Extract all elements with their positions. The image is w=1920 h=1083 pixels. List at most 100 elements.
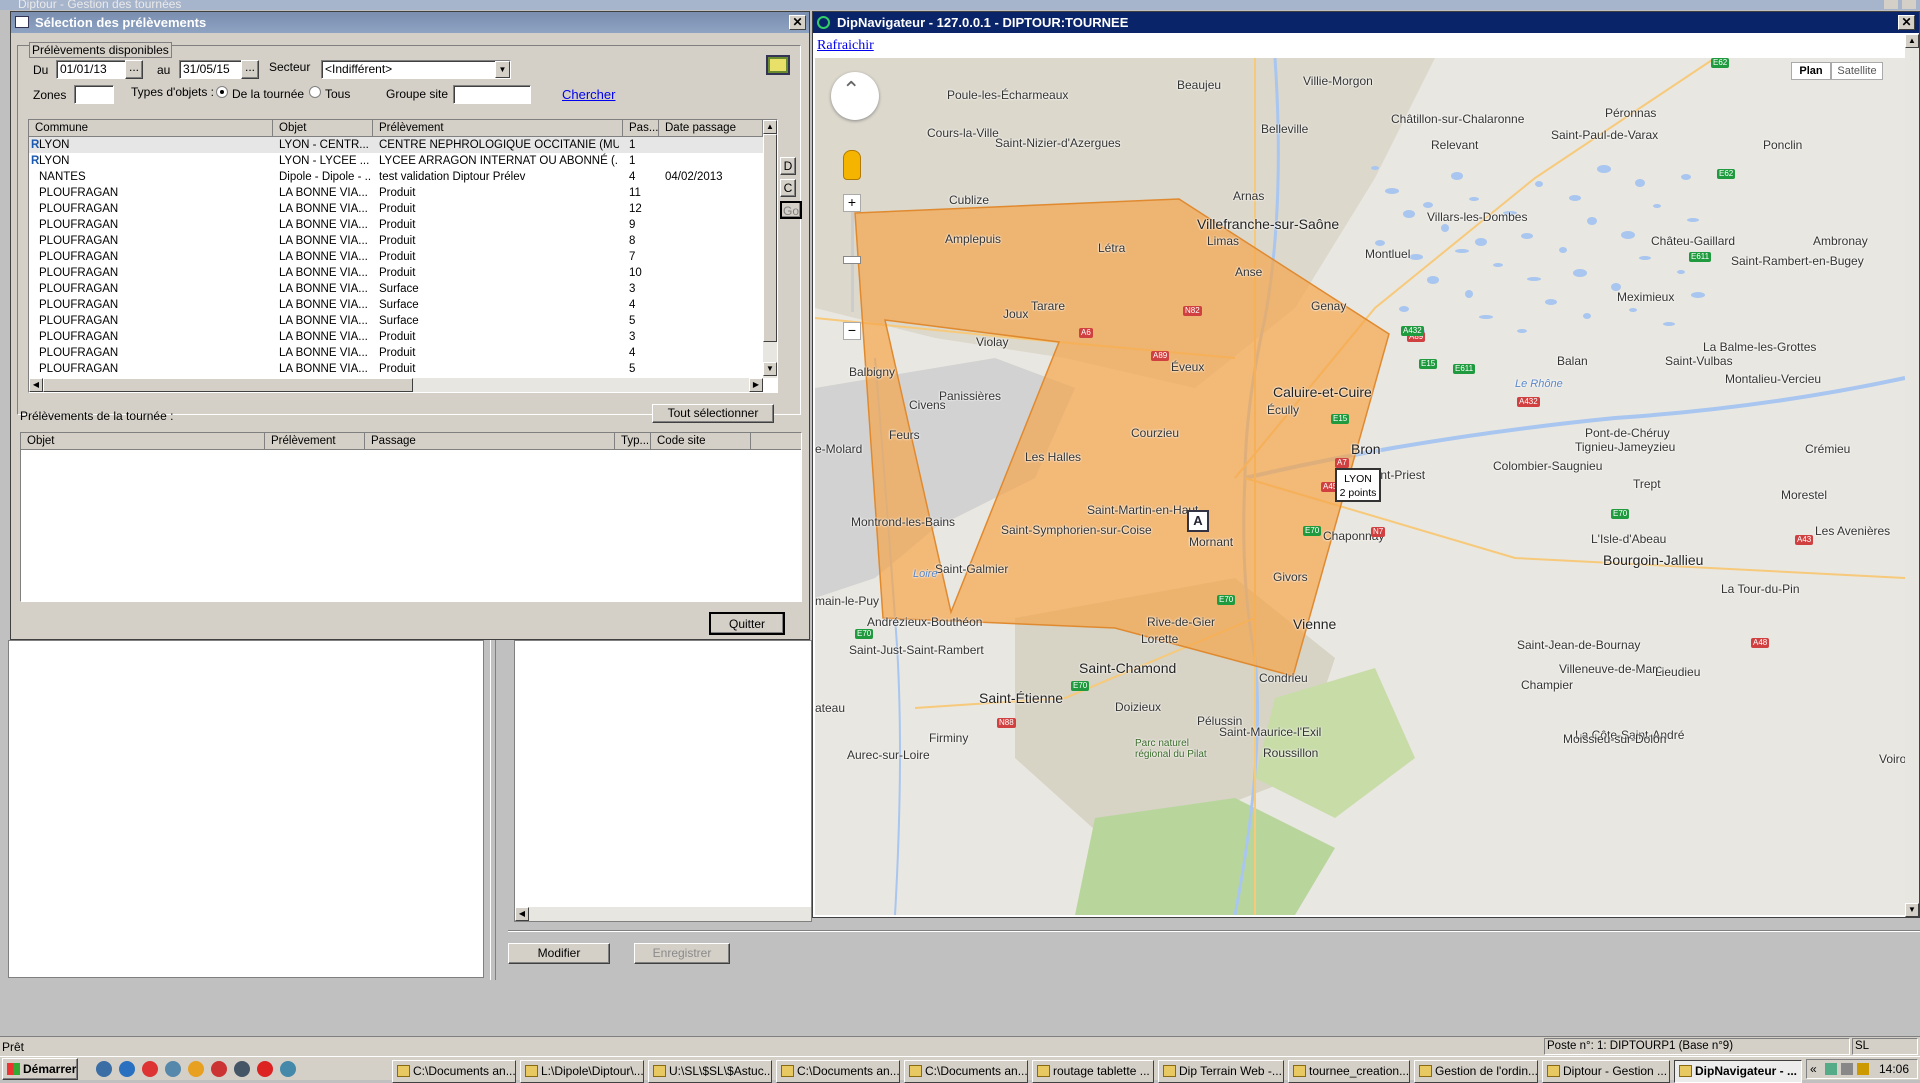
- map-place-label: Poule-les-Écharmeaux: [947, 88, 1069, 102]
- list-vscroll[interactable]: ▲ ▼: [763, 120, 777, 378]
- table-row[interactable]: PLOUFRAGAN LA BONNE VIA... Produit 11: [29, 185, 763, 201]
- hscroll-thumb[interactable]: [43, 378, 413, 392]
- c-button[interactable]: C: [780, 179, 796, 197]
- map-close-icon[interactable]: ✕: [1898, 15, 1915, 30]
- map-scroll-up-icon[interactable]: ▲: [1905, 34, 1919, 48]
- map-type-satellite-button[interactable]: Satellite: [1831, 62, 1883, 80]
- media-icon[interactable]: [280, 1061, 296, 1077]
- map-window-titlebar[interactable]: DipNavigateur - 127.0.0.1 - DIPTOUR:TOUR…: [813, 12, 1919, 33]
- chrome-icon[interactable]: [188, 1061, 204, 1077]
- window-close-icon[interactable]: [1902, 0, 1916, 9]
- opera-icon[interactable]: [257, 1061, 273, 1077]
- col2-code-site[interactable]: Code site: [651, 433, 751, 450]
- au-picker-button[interactable]: ...: [241, 60, 259, 79]
- tray-expand-icon[interactable]: «: [1810, 1062, 1817, 1076]
- window-restore-icon[interactable]: [1884, 0, 1898, 9]
- lake: [1545, 299, 1557, 305]
- scroll-down-icon[interactable]: ▼: [763, 362, 777, 376]
- map-app-icon: [817, 16, 830, 29]
- ie-icon[interactable]: [119, 1061, 135, 1077]
- lake: [1451, 172, 1463, 180]
- pegman-icon[interactable]: [843, 150, 861, 180]
- map-toggle-icon[interactable]: [766, 55, 790, 75]
- table-row[interactable]: PLOUFRAGAN LA BONNE VIA... Produit 9: [29, 217, 763, 233]
- zoom-out-button[interactable]: −: [843, 322, 861, 340]
- table-row[interactable]: PLOUFRAGAN LA BONNE VIA... Produit 4: [29, 345, 763, 361]
- enregistrer-button[interactable]: Enregistrer: [634, 943, 730, 964]
- map-place-label: Panissières: [939, 389, 1002, 403]
- start-button[interactable]: Démarrer: [2, 1058, 78, 1080]
- secteur-select[interactable]: <Indifférent> ▼: [321, 60, 511, 79]
- d-button[interactable]: D: [780, 157, 796, 175]
- map-marker-a[interactable]: A: [1187, 510, 1209, 532]
- close-icon[interactable]: ✕: [789, 15, 806, 30]
- col2-passage[interactable]: Passage: [365, 433, 615, 450]
- workspace-hscroll[interactable]: ◀: [515, 907, 811, 921]
- table-row[interactable]: PLOUFRAGAN LA BONNE VIA... Produit 8: [29, 233, 763, 249]
- zoom-slider-thumb[interactable]: [843, 256, 861, 264]
- chercher-link[interactable]: Chercher: [562, 87, 615, 102]
- table-row[interactable]: PLOUFRAGAN LA BONNE VIA... Produit 12: [29, 201, 763, 217]
- col-objet[interactable]: Objet: [273, 120, 373, 137]
- table-row[interactable]: PLOUFRAGAN LA BONNE VIA... Surface 3: [29, 281, 763, 297]
- road-shield: A432: [1517, 397, 1540, 407]
- table-row[interactable]: PLOUFRAGAN LA BONNE VIA... Produit 3: [29, 329, 763, 345]
- table-row[interactable]: PLOUFRAGAN LA BONNE VIA... Produit 5: [29, 361, 763, 377]
- col2-prelevement[interactable]: Prélèvement: [265, 433, 365, 450]
- cell-objet: LYON - CENTR...: [279, 139, 369, 151]
- workspace-splitter[interactable]: [490, 640, 496, 980]
- tray-network-icon[interactable]: [1825, 1063, 1837, 1075]
- chevron-down-icon[interactable]: ▼: [495, 61, 510, 78]
- cell-prelev: Surface: [379, 283, 419, 295]
- desktop-icon[interactable]: [96, 1061, 112, 1077]
- groupe-site-field[interactable]: [453, 85, 531, 104]
- au-date-field[interactable]: 31/05/15: [179, 60, 243, 79]
- go-button[interactable]: Go: [780, 201, 802, 219]
- firefox-icon[interactable]: [211, 1061, 227, 1077]
- table-row[interactable]: R LYON LYON - CENTR... CENTRE NEPHROLOGIQUE…: [29, 137, 763, 153]
- du-date-field[interactable]: 01/01/13: [56, 60, 126, 79]
- notepad-icon[interactable]: [165, 1061, 181, 1077]
- tray-volume-icon[interactable]: [1841, 1063, 1853, 1075]
- lyon-tooltip[interactable]: LYON 2 points: [1335, 468, 1381, 502]
- app-icon[interactable]: [142, 1061, 158, 1077]
- map-window-vscroll[interactable]: ▲ ▼: [1905, 34, 1919, 917]
- table-row[interactable]: PLOUFRAGAN LA BONNE VIA... Produit 10: [29, 265, 763, 281]
- modifier-button[interactable]: Modifier: [508, 943, 610, 964]
- table-row[interactable]: NANTES Dipole - Dipole - ... test validati…: [29, 169, 763, 185]
- scroll-right-icon[interactable]: ▶: [749, 378, 763, 392]
- workspace-right-panel: ◀: [514, 640, 812, 922]
- map-place-label: Ponclin: [1763, 138, 1803, 152]
- scroll-left-icon[interactable]: ◀: [29, 378, 43, 392]
- tray-security-icon[interactable]: [1857, 1063, 1869, 1075]
- col-prelevement[interactable]: Prélèvement: [373, 120, 623, 137]
- map-place-label: Villie-Morgon: [1303, 74, 1373, 88]
- table-row[interactable]: PLOUFRAGAN LA BONNE VIA... Surface 5: [29, 313, 763, 329]
- scroll-up-icon[interactable]: ▲: [763, 120, 777, 134]
- map-scroll-down-icon[interactable]: ▼: [1905, 903, 1919, 917]
- tout-selectionner-button[interactable]: Tout sélectionner: [652, 404, 774, 423]
- scroll-thumb[interactable]: [763, 134, 777, 342]
- list-hscroll[interactable]: ◀ ▶: [29, 378, 763, 392]
- radio-tous[interactable]: [309, 86, 321, 98]
- table-row[interactable]: R LYON LYON - LYCEE ... LYCEE ARRAGON INTER…: [29, 153, 763, 169]
- zones-field[interactable]: [74, 85, 114, 104]
- col2-objet[interactable]: Objet: [21, 433, 265, 450]
- cell-objet: LA BONNE VIA...: [279, 251, 368, 263]
- du-picker-button[interactable]: ...: [125, 60, 143, 79]
- refresh-link[interactable]: Rafraichir: [817, 38, 874, 54]
- map-canvas[interactable]: Péronnas Villie-Morgon Beaujeu Poule-les-Éc…: [815, 58, 1905, 915]
- col-date-passage[interactable]: Date passage: [659, 120, 763, 137]
- quitter-button[interactable]: Quitter: [709, 612, 785, 635]
- map-type-plan-button[interactable]: Plan: [1791, 62, 1831, 80]
- table-row[interactable]: PLOUFRAGAN LA BONNE VIA... Surface 4: [29, 297, 763, 313]
- selection-dialog-titlebar[interactable]: Sélection des prélèvements ✕: [11, 12, 809, 33]
- settings-icon[interactable]: [234, 1061, 250, 1077]
- col-pas[interactable]: Pas...: [623, 120, 659, 137]
- col2-type[interactable]: Typ...: [615, 433, 651, 450]
- pan-control[interactable]: ⌃: [831, 72, 879, 120]
- table-row[interactable]: PLOUFRAGAN LA BONNE VIA... Produit 7: [29, 249, 763, 265]
- radio-tournee[interactable]: [216, 86, 228, 98]
- col-commune[interactable]: Commune: [29, 120, 273, 137]
- zoom-in-button[interactable]: +: [843, 194, 861, 212]
